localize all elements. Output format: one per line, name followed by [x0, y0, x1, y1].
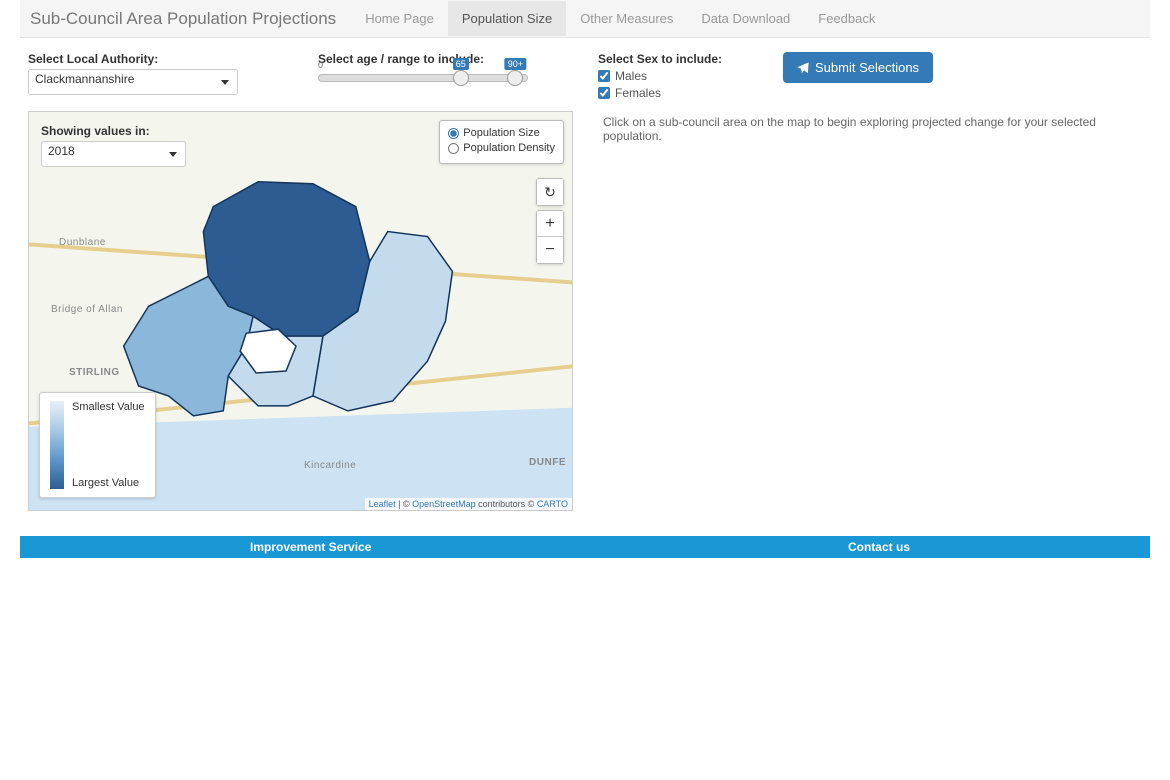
- zoom-out-button[interactable]: −: [537, 237, 563, 263]
- legend-smallest: Smallest Value: [72, 401, 145, 413]
- submit-label: Submit Selections: [815, 60, 919, 75]
- zoom-in-button[interactable]: +: [537, 211, 563, 237]
- paper-plane-icon: [797, 62, 809, 74]
- slider-handle-low[interactable]: [453, 70, 469, 86]
- map-attribution: Leaflet | © OpenStreetMap contributors ©…: [365, 498, 572, 510]
- attribution-leaflet[interactable]: Leaflet: [369, 499, 396, 509]
- sex-label: Select Sex to include:: [598, 52, 783, 66]
- radio-size-label: Population Size: [463, 127, 539, 139]
- year-label: Showing values in:: [41, 124, 186, 138]
- nav-other-measures[interactable]: Other Measures: [566, 1, 687, 36]
- nav-home[interactable]: Home Page: [351, 1, 448, 36]
- legend-largest: Largest Value: [72, 477, 145, 489]
- checkbox-males-label: Males: [615, 69, 647, 83]
- footer: Improvement Service Contact us: [20, 536, 1150, 558]
- map-reset-control: ↻: [536, 178, 564, 206]
- radio-density-label: Population Density: [463, 142, 555, 154]
- map-metric-panel: Population Size Population Density: [439, 120, 564, 164]
- instruction-text: Click on a sub-council area on the map t…: [603, 115, 1142, 143]
- attribution-osm[interactable]: OpenStreetMap: [412, 499, 476, 509]
- slider-handle-high[interactable]: [507, 70, 523, 86]
- legend-gradient: [50, 401, 64, 489]
- local-authority-label: Select Local Authority:: [28, 52, 318, 66]
- footer-left[interactable]: Improvement Service: [250, 540, 371, 554]
- radio-population-density[interactable]: Population Density: [448, 142, 555, 154]
- nav-data-download[interactable]: Data Download: [687, 1, 804, 36]
- attribution-carto[interactable]: CARTO: [537, 499, 568, 509]
- radio-size-input[interactable]: [448, 128, 459, 139]
- checkbox-females-label: Females: [615, 86, 661, 100]
- checkbox-females-input[interactable]: [598, 87, 610, 99]
- choropleth-map[interactable]: STIRLING Dunblane Bridge of Allan Kincar…: [28, 111, 573, 511]
- map-reset-button[interactable]: ↻: [537, 179, 563, 205]
- radio-density-input[interactable]: [448, 143, 459, 154]
- slider-low-badge: 65: [453, 58, 469, 70]
- year-selector-panel: Showing values in: 2018: [39, 122, 188, 169]
- app-title: Sub-Council Area Population Projections: [30, 9, 351, 29]
- checkbox-males[interactable]: Males: [598, 69, 783, 83]
- controls-row: Select Local Authority: Clackmannanshire…: [0, 38, 1170, 111]
- checkbox-females[interactable]: Females: [598, 86, 783, 100]
- local-authority-select[interactable]: Clackmannanshire: [28, 69, 238, 95]
- map-legend: Smallest Value Largest Value: [39, 392, 156, 498]
- radio-population-size[interactable]: Population Size: [448, 127, 555, 139]
- year-select[interactable]: 2018: [41, 141, 186, 167]
- submit-button[interactable]: Submit Selections: [783, 52, 933, 83]
- age-range-slider[interactable]: 0 65 90+: [318, 74, 528, 82]
- nav-feedback[interactable]: Feedback: [804, 1, 889, 36]
- slider-high-badge: 90+: [505, 58, 526, 70]
- footer-right[interactable]: Contact us: [848, 540, 910, 554]
- map-zoom-control: + −: [536, 210, 564, 264]
- navbar: Sub-Council Area Population Projections …: [20, 0, 1150, 38]
- checkbox-males-input[interactable]: [598, 70, 610, 82]
- slider-min-label: 0: [318, 60, 323, 70]
- nav-population-size[interactable]: Population Size: [448, 1, 566, 36]
